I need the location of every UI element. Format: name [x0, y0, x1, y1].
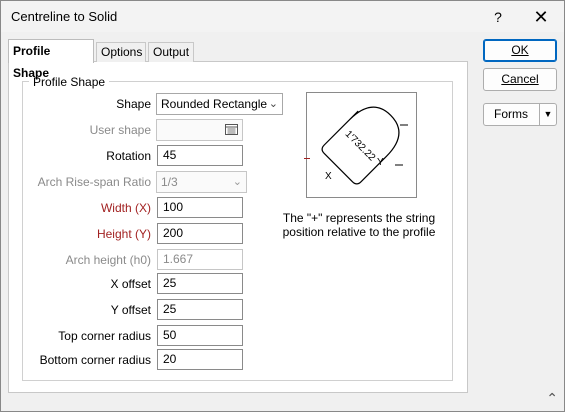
shape-select[interactable]: Rounded Rectangle ⌄	[156, 93, 283, 115]
arch-ratio-value: 1/3	[161, 175, 178, 189]
tab-profile-shape[interactable]: Profile Shape	[8, 39, 94, 80]
arch-height-label: Arch height (h0)	[65, 253, 151, 267]
profile-preview: 1′732.22 X Y	[306, 92, 417, 198]
preview-dimension-text: 1′732.22	[343, 129, 378, 164]
height-label: Height (Y)	[96, 227, 151, 241]
height-input[interactable]: 200	[157, 223, 243, 244]
bottom-radius-label: Bottom corner radius	[39, 353, 151, 367]
chevron-down-icon: ⌄	[232, 176, 242, 188]
profile-outline	[321, 106, 400, 185]
arch-ratio-label: Arch Rise-span Ratio	[37, 175, 151, 189]
preview-y-label: Y	[377, 157, 384, 168]
tab-options[interactable]: Options	[96, 42, 146, 62]
x-offset-input[interactable]: 25	[157, 273, 243, 294]
bottom-radius-input[interactable]: 20	[157, 349, 243, 370]
arch-ratio-select: 1/3 ⌄	[156, 171, 247, 193]
rotation-input[interactable]: 45	[157, 145, 243, 166]
forms-button[interactable]: Forms ▼	[483, 103, 557, 126]
ok-button[interactable]: OK	[483, 39, 557, 62]
tab-output[interactable]: Output	[148, 42, 194, 62]
preview-caption-line1: The "+" represents the string	[282, 211, 436, 225]
width-label: Width (X)	[100, 201, 151, 215]
y-offset-input[interactable]: 25	[157, 299, 243, 320]
preview-x-label: X	[325, 171, 332, 182]
preview-caption-line2: position relative to the profile	[282, 225, 436, 239]
profile-preview-drawing: 1′732.22 X Y	[321, 106, 408, 185]
user-shape-label: User shape	[89, 123, 151, 137]
ok-button-label: OK	[511, 43, 529, 57]
top-radius-label: Top corner radius	[58, 329, 151, 343]
preview-caption: The "+" represents the string position r…	[269, 211, 449, 239]
title-bar: Centreline to Solid ? ✕	[1, 1, 564, 32]
chevron-down-icon: ⌄	[268, 98, 278, 110]
string-position-marker	[304, 158, 310, 159]
shape-label: Shape	[116, 97, 151, 111]
rotation-label: Rotation	[106, 149, 151, 163]
cancel-button[interactable]: Cancel	[483, 68, 557, 91]
user-shape-field	[156, 119, 243, 141]
window-title: Centreline to Solid	[11, 9, 118, 24]
browse-list-icon[interactable]	[225, 124, 238, 138]
width-input[interactable]: 100	[157, 197, 243, 218]
forms-dropdown-icon[interactable]: ▼	[539, 104, 556, 125]
top-radius-input[interactable]: 50	[157, 325, 243, 346]
y-offset-label: Y offset	[110, 303, 151, 317]
resize-grip-icon[interactable]: ⌃	[546, 390, 558, 407]
x-offset-label: X offset	[110, 277, 151, 291]
cancel-button-label: Cancel	[501, 72, 539, 86]
arch-height-input: 1.667	[157, 249, 243, 270]
forms-button-label: Forms	[494, 107, 528, 121]
close-icon[interactable]: ✕	[525, 5, 557, 29]
help-icon[interactable]: ?	[482, 5, 514, 29]
dialog-window: Centreline to Solid ? ✕ Profile Shape Op…	[0, 0, 565, 412]
shape-select-value: Rounded Rectangle	[161, 97, 268, 111]
